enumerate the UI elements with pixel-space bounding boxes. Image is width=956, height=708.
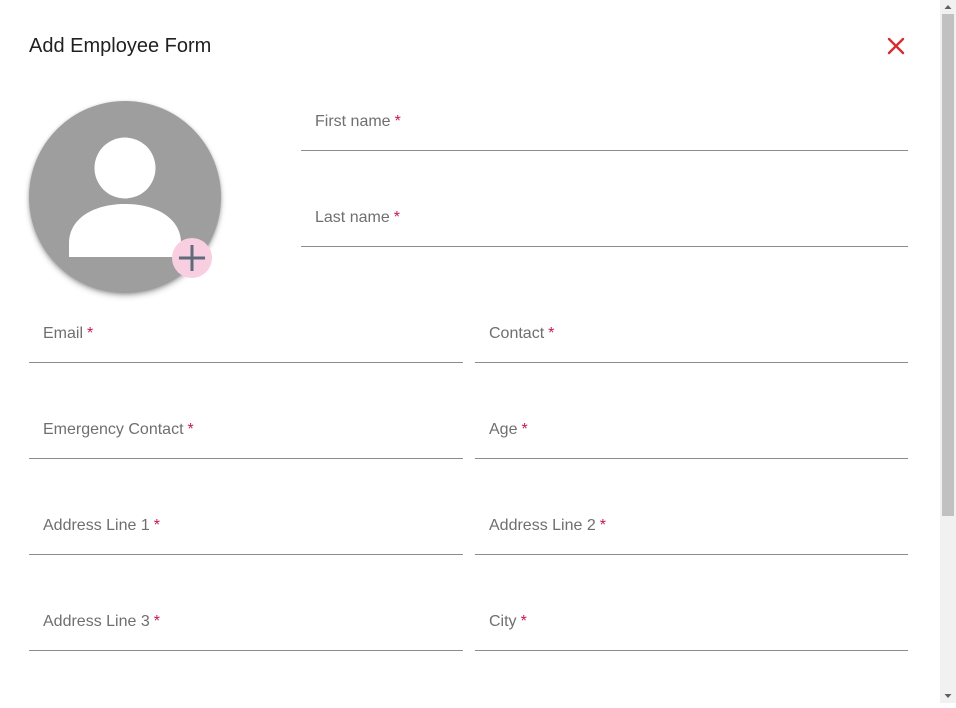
address-line-1-field[interactable]: Address Line 1 * — [29, 506, 463, 555]
last-name-field[interactable]: Last name * — [301, 198, 908, 247]
dialog-title: Add Employee Form — [29, 35, 212, 57]
scrollbar[interactable] — [940, 0, 956, 703]
contact-field[interactable]: Contact * — [475, 314, 908, 363]
plus-icon — [179, 245, 205, 271]
age-field[interactable]: Age * — [475, 410, 908, 459]
city-input[interactable] — [475, 602, 908, 650]
avatar-upload — [29, 101, 221, 293]
add-photo-button[interactable] — [172, 238, 212, 278]
city-field[interactable]: City * — [475, 602, 908, 651]
scrollbar-thumb[interactable] — [942, 14, 954, 516]
scroll-up-arrow-icon[interactable] — [940, 0, 956, 14]
scroll-down-arrow-icon[interactable] — [940, 689, 956, 703]
add-employee-dialog: Add Employee Form First name * Last name *… — [0, 0, 940, 703]
last-name-input[interactable] — [301, 198, 908, 246]
email-input[interactable] — [29, 314, 463, 362]
address-line-3-field[interactable]: Address Line 3 * — [29, 602, 463, 651]
emergency-contact-input[interactable] — [29, 410, 463, 458]
close-icon[interactable] — [885, 35, 907, 57]
address-line-3-input[interactable] — [29, 602, 463, 650]
contact-input[interactable] — [475, 314, 908, 362]
address-line-2-input[interactable] — [475, 506, 908, 554]
emergency-contact-field[interactable]: Emergency Contact * — [29, 410, 463, 459]
address-line-2-field[interactable]: Address Line 2 * — [475, 506, 908, 555]
first-name-field[interactable]: First name * — [301, 102, 908, 151]
age-input[interactable] — [475, 410, 908, 458]
email-field[interactable]: Email * — [29, 314, 463, 363]
address-line-1-input[interactable] — [29, 506, 463, 554]
first-name-input[interactable] — [301, 102, 908, 150]
